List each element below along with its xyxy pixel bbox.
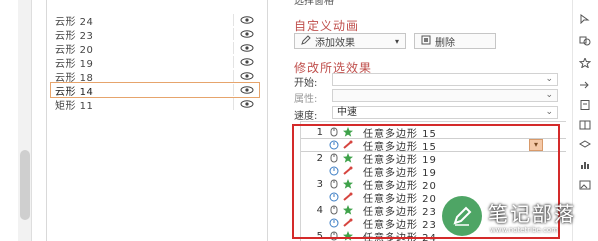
delete-icon — [421, 35, 431, 48]
custom-animation-title: 自定义动画 — [294, 19, 360, 33]
property-label: 属性: — [294, 94, 318, 105]
watermark-logo — [442, 196, 482, 236]
layers-icon[interactable] — [579, 140, 591, 150]
left-strip — [0, 0, 46, 241]
eye-icon[interactable] — [233, 42, 259, 54]
image-icon[interactable] — [579, 180, 591, 190]
add-effect-button[interactable]: 添加效果 ▾ — [294, 33, 406, 49]
chart-icon[interactable] — [579, 160, 591, 170]
selection-item-name: 云形 23 — [55, 30, 94, 42]
shapes-icon[interactable] — [579, 36, 591, 46]
selection-item-selected[interactable]: 云形 14 — [50, 82, 260, 98]
selection-item-name: 云形 19 — [55, 58, 94, 70]
selection-item[interactable]: 云形 20 — [51, 41, 259, 56]
pen-icon — [301, 34, 311, 48]
selection-item-name: 云形 20 — [55, 44, 94, 56]
selection-item[interactable]: 矩形 11 — [51, 97, 259, 112]
watermark-url: www.notetribe.com — [490, 226, 559, 234]
delete-button[interactable]: 删除 — [414, 33, 496, 49]
arrow-icon[interactable] — [579, 80, 591, 90]
left-scrollbar-thumb[interactable] — [20, 150, 30, 220]
start-dropdown[interactable]: ⌄ — [332, 73, 558, 86]
eye-icon[interactable] — [233, 70, 259, 82]
selection-item[interactable]: 云形 18 — [51, 69, 259, 84]
selection-item[interactable]: 云形 23 — [51, 27, 259, 42]
selection-item[interactable]: 云形 19 — [51, 55, 259, 70]
eye-icon[interactable] — [233, 14, 259, 26]
eye-icon[interactable] — [233, 28, 259, 40]
property-dropdown[interactable]: ⌄ — [332, 89, 558, 102]
start-label: 开始: — [294, 78, 318, 89]
speed-value: 中速 — [337, 107, 357, 118]
selection-item-name: 云形 24 — [55, 16, 94, 28]
eye-icon[interactable] — [233, 84, 259, 96]
document-icon[interactable] — [579, 100, 591, 110]
star-icon[interactable] — [579, 58, 591, 68]
eye-icon[interactable] — [233, 56, 259, 68]
selection-item-name: 云形 14 — [55, 86, 94, 98]
dropdown-arrow-icon: ▾ — [394, 36, 399, 46]
pen-icon — [453, 206, 472, 226]
add-effect-label: 添加效果 — [315, 37, 355, 49]
grid-icon[interactable] — [579, 120, 591, 130]
selection-item-name: 云形 18 — [55, 72, 94, 84]
selection-item[interactable]: 云形 24 — [51, 13, 259, 28]
cursor-icon[interactable] — [579, 14, 591, 24]
speed-dropdown[interactable]: 中速 ⌄ — [332, 106, 558, 119]
watermark: 笔记部落 www.notetribe.com — [436, 196, 596, 241]
selection-item-name: 矩形 11 — [55, 100, 94, 112]
selection-pane: 云形 24 云形 23 云形 20 云形 19 云形 18 云形 14 矩形 1… — [46, 0, 268, 241]
delete-label: 删除 — [435, 37, 455, 49]
chevron-down-icon: ⌄ — [545, 74, 553, 84]
speed-label: 速度: — [294, 111, 318, 122]
chevron-down-icon: ⌄ — [545, 90, 553, 100]
left-scrollbar[interactable] — [18, 0, 32, 241]
watermark-title: 笔记部落 — [488, 202, 576, 226]
chevron-down-icon: ⌄ — [545, 107, 553, 117]
pane-top-text: 选择窗格 — [294, 0, 334, 7]
eye-icon[interactable] — [233, 98, 259, 110]
